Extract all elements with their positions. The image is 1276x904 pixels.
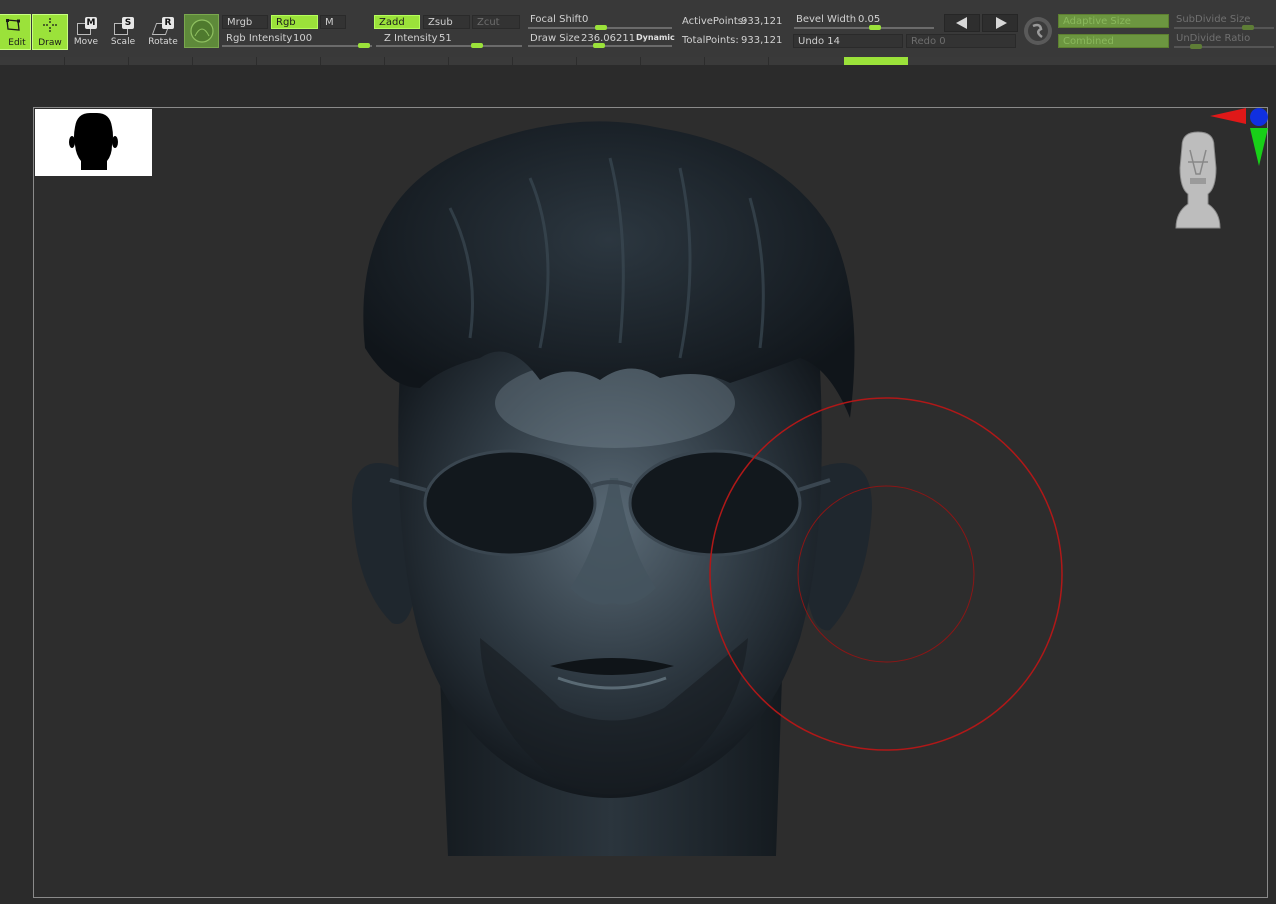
edit-label: Edit [8, 38, 26, 48]
edit-button[interactable]: Edit [0, 14, 31, 50]
subdivide-size-label: SubDivide Size [1176, 14, 1251, 25]
subdivide-size-slider[interactable] [1174, 27, 1274, 29]
zadd-button[interactable]: Zadd [374, 15, 420, 29]
focal-shift-value: 0 [582, 14, 589, 25]
rotate-button[interactable]: R Rotate [144, 14, 182, 48]
undivide-ratio-slider[interactable] [1174, 46, 1274, 48]
move-label: Move [73, 37, 99, 47]
material-sphere-icon [190, 19, 214, 43]
scale-button[interactable]: S Scale [104, 14, 142, 48]
move-key-badge: M [85, 17, 97, 29]
rgb-intensity-label: Rgb Intensity [226, 33, 293, 44]
rgb-intensity-value: 100 [293, 33, 313, 44]
shelf-strip [0, 57, 1276, 65]
move-button[interactable]: M Move [67, 14, 105, 48]
zcut-button[interactable]: Zcut [472, 15, 520, 29]
draw-size-value: 236.06211 [581, 33, 636, 44]
next-history-button[interactable] [982, 14, 1018, 32]
active-points-label: ActivePoints: [682, 16, 747, 27]
focal-shift-label: Focal Shift [530, 14, 582, 25]
total-points-value: 933,121 [741, 35, 783, 46]
z-intensity-handle[interactable] [471, 43, 483, 48]
rgb-intensity-handle[interactable] [358, 43, 370, 48]
axis-gizmo-icon[interactable] [1206, 104, 1270, 168]
undo-button[interactable]: Undo 14 [793, 34, 903, 48]
draw-button[interactable]: Draw [32, 14, 68, 50]
draw-label: Draw [38, 38, 62, 48]
prev-history-button[interactable] [944, 14, 980, 32]
adaptive-size-button[interactable]: Adaptive Size [1058, 14, 1169, 28]
undivide-ratio-handle[interactable] [1190, 44, 1202, 49]
top-toolbar: Edit Draw M Move S Scale R Rotate Mrgb R… [0, 0, 1276, 58]
material-button[interactable] [184, 14, 219, 48]
active-shelf-tab[interactable] [844, 57, 908, 65]
dynamic-toggle[interactable]: Dynamic [636, 33, 675, 42]
bevel-width-slider[interactable] [794, 27, 934, 29]
silhouette-icon [69, 113, 118, 170]
scale-key-badge: S [122, 17, 134, 29]
total-points-label: TotalPoints: [682, 35, 739, 46]
focal-shift-handle[interactable] [595, 25, 607, 30]
z-intensity-value: 51 [439, 33, 452, 44]
bevel-width-handle[interactable] [869, 25, 881, 30]
z-intensity-label: Z Intensity [384, 33, 438, 44]
z-intensity-slider[interactable] [376, 45, 522, 47]
rotate-label: Rotate [148, 37, 178, 47]
brush-cursor [709, 397, 1063, 751]
subdivide-size-handle[interactable] [1242, 25, 1254, 30]
active-points-value: 933,121 [741, 16, 783, 27]
bevel-width-label: Bevel Width [796, 14, 857, 25]
brush-alpha-icon [1024, 17, 1052, 45]
silhouette-thumbnail[interactable] [35, 109, 152, 176]
rgb-button[interactable]: Rgb [271, 15, 318, 29]
rotate-key-badge: R [162, 17, 174, 29]
bevel-width-value: 0.05 [858, 14, 881, 25]
m-button[interactable]: M [320, 15, 346, 29]
mrgb-button[interactable]: Mrgb [222, 15, 268, 29]
undivide-ratio-label: UnDivide Ratio [1176, 33, 1251, 44]
brush-alpha-button[interactable] [1022, 15, 1054, 47]
triangle-right-icon [996, 17, 1007, 29]
combined-button[interactable]: Combined [1058, 34, 1169, 48]
triangle-left-icon [956, 17, 967, 29]
edit-icon [6, 19, 20, 31]
draw-size-label: Draw Size [530, 33, 580, 44]
draw-icon [43, 18, 57, 32]
rgb-intensity-slider[interactable] [222, 45, 372, 47]
draw-size-handle[interactable] [593, 43, 605, 48]
redo-button[interactable]: Redo 0 [906, 34, 1016, 48]
scale-label: Scale [110, 37, 136, 47]
zsub-button[interactable]: Zsub [423, 15, 470, 29]
